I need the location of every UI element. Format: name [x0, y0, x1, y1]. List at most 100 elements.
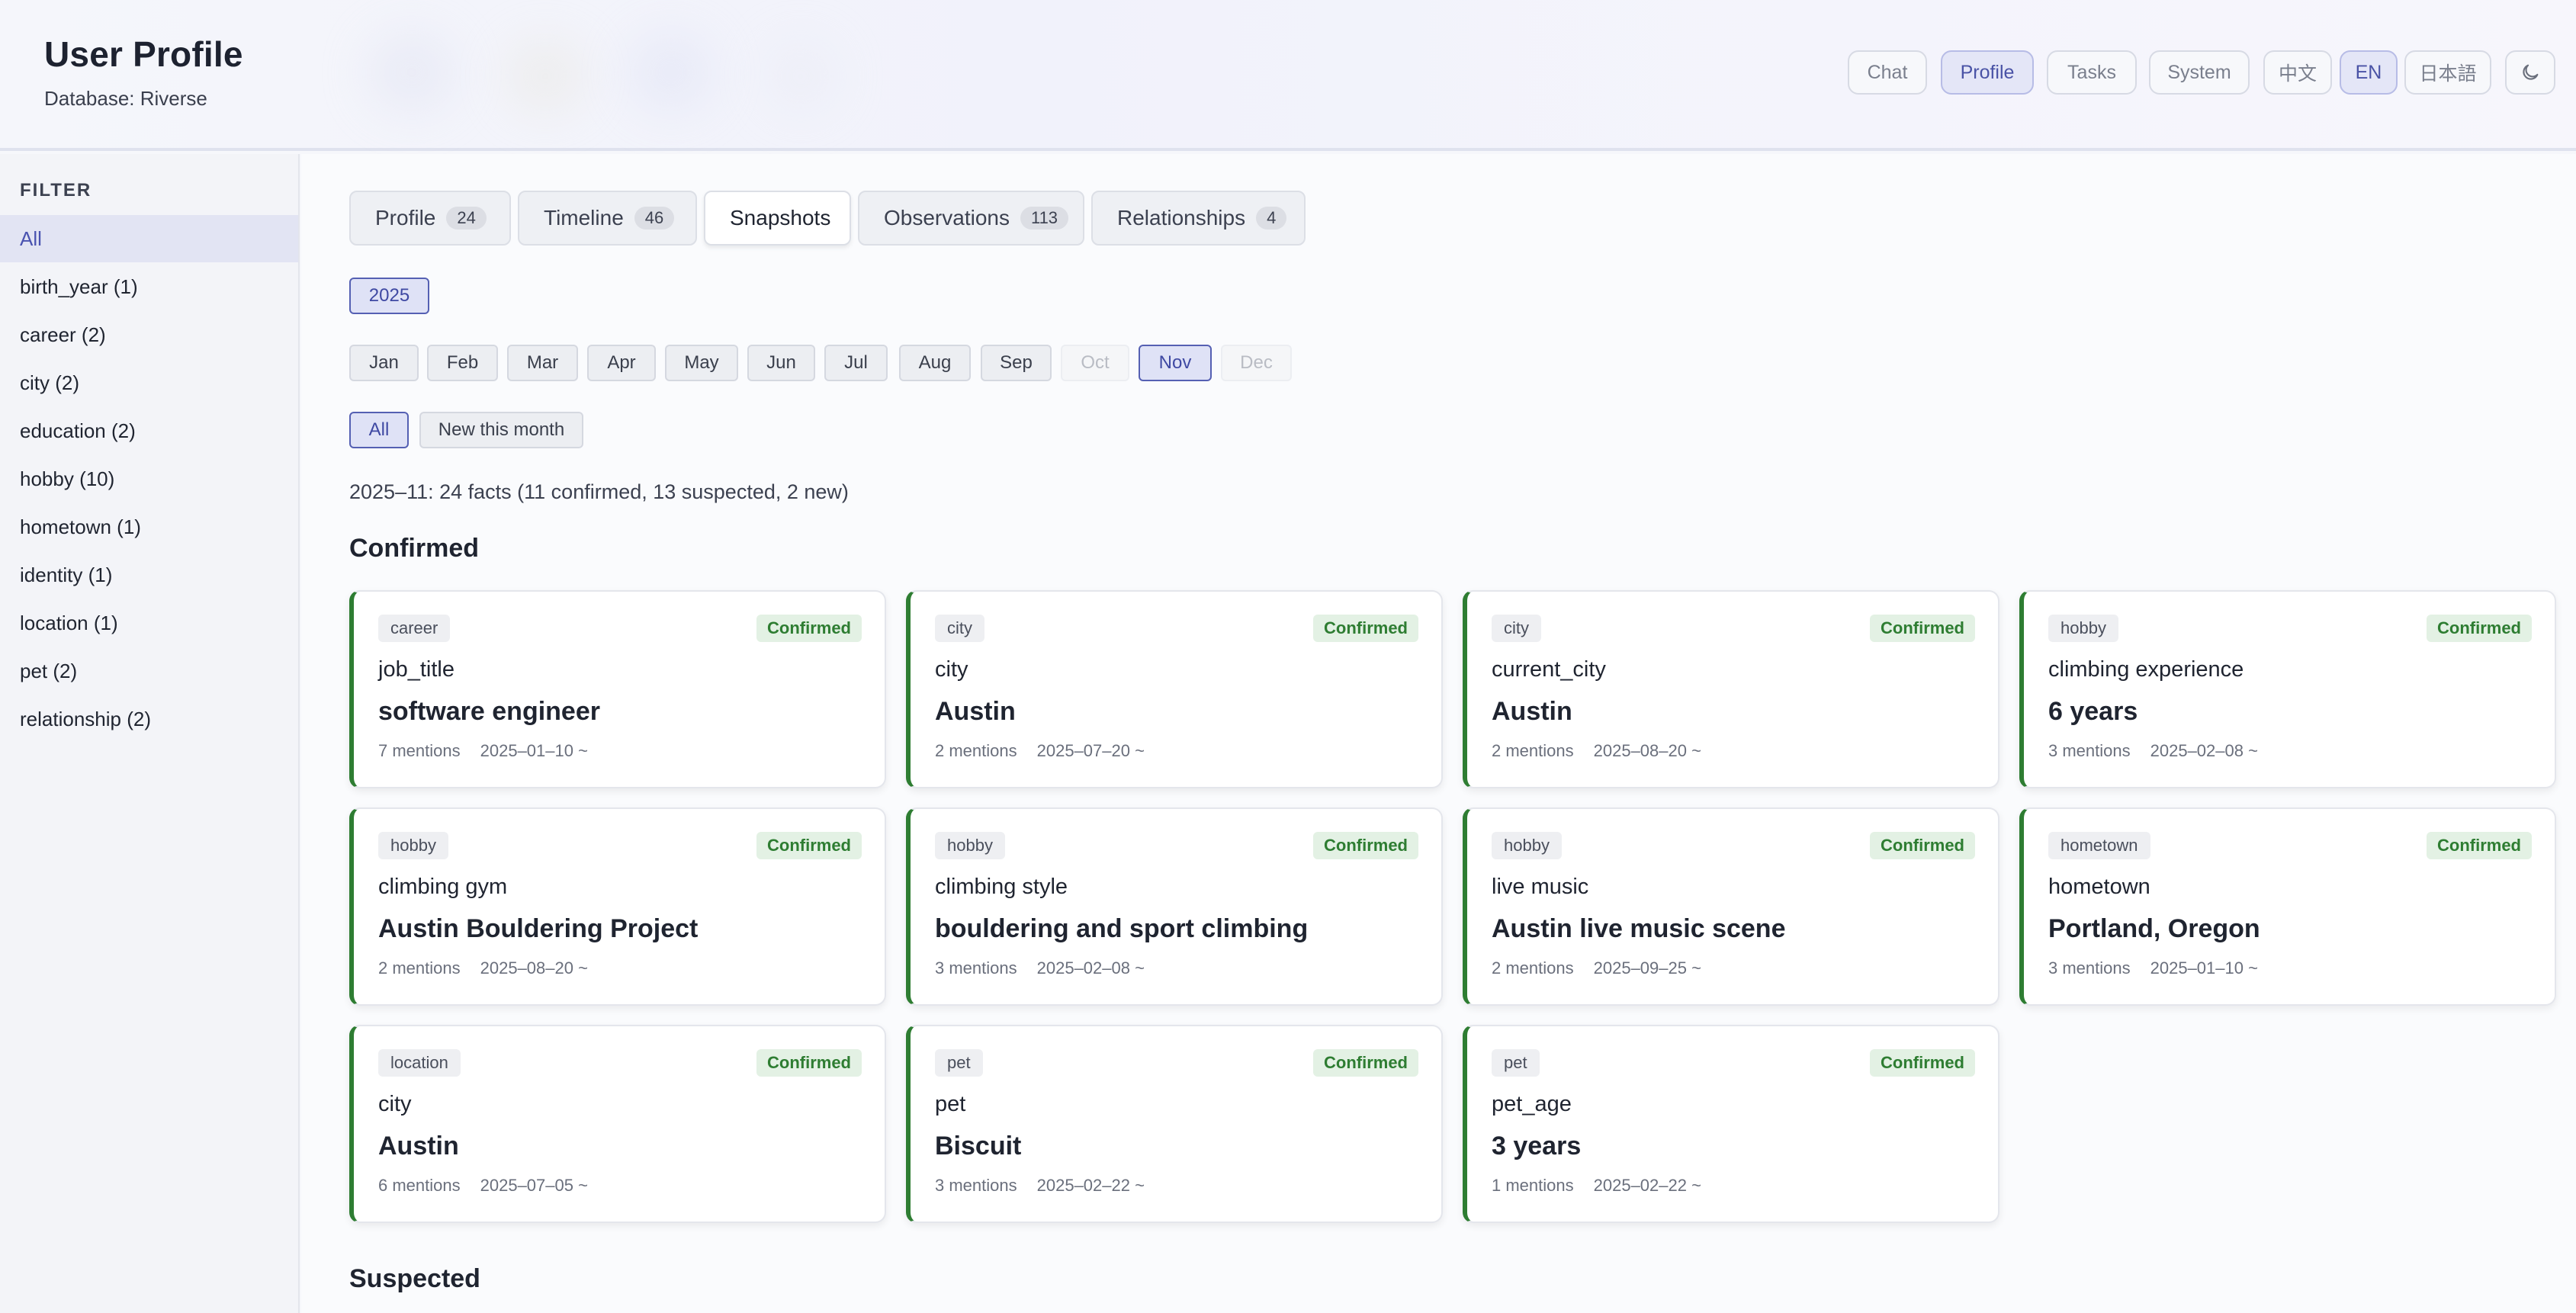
fact-meta: 2 mentions 2025–07–20 ~: [935, 741, 1145, 761]
month-aug[interactable]: Aug: [899, 345, 971, 381]
fact-value: Austin live music scene: [1492, 914, 1786, 943]
month-jul[interactable]: Jul: [824, 345, 888, 381]
mentions-count: 3 mentions: [2048, 741, 2131, 760]
tab-label: Observations: [884, 206, 1010, 230]
tab-profile[interactable]: Profile 24: [349, 191, 511, 246]
fact-meta: 2 mentions 2025–08–20 ~: [1492, 741, 1701, 761]
category-tag: hometown: [2048, 832, 2150, 859]
fact-meta: 1 mentions 2025–02–22 ~: [1492, 1176, 1701, 1196]
fact-meta: 2 mentions 2025–08–20 ~: [378, 958, 588, 978]
fact-date: 2025–02–22 ~: [1593, 1176, 1701, 1195]
lang-zh[interactable]: 中文: [2263, 50, 2332, 95]
category-tag: pet: [1492, 1049, 1540, 1077]
theme-toggle-button[interactable]: [2505, 50, 2555, 95]
header-decoration: [625, 30, 717, 114]
filter-item-location[interactable]: location (1): [0, 599, 298, 647]
category-tag: hobby: [1492, 832, 1562, 859]
category-tag: pet: [935, 1049, 983, 1077]
fact-card[interactable]: pet Confirmed pet_age 3 years 1 mentions…: [1463, 1025, 1999, 1223]
filter-item-all[interactable]: All: [0, 215, 298, 262]
fact-card[interactable]: hobby Confirmed live music Austin live m…: [1463, 807, 1999, 1006]
fact-value: Austin: [378, 1132, 459, 1161]
tab-label: Relationships: [1117, 206, 1246, 230]
header-decoration: [366, 30, 458, 114]
fact-card[interactable]: location Confirmed city Austin 6 mention…: [349, 1025, 886, 1223]
filter-item-hometown[interactable]: hometown (1): [0, 503, 298, 551]
tab-count: 113: [1020, 207, 1069, 230]
filter-item-hobby[interactable]: hobby (10): [0, 455, 298, 502]
category-tag: hobby: [935, 832, 1005, 859]
nav-chat[interactable]: Chat: [1848, 50, 1927, 95]
fact-card[interactable]: city Confirmed city Austin 2 mentions 202…: [906, 590, 1443, 788]
fact-meta: 3 mentions 2025–02–08 ~: [935, 958, 1145, 978]
sidebar-title: FILTER: [20, 180, 92, 201]
tab-timeline[interactable]: Timeline 46: [518, 191, 697, 246]
category-tag: city: [1492, 615, 1541, 642]
status-badge: Confirmed: [756, 832, 862, 859]
fact-date: 2025–08–20 ~: [480, 958, 588, 978]
month-mar[interactable]: Mar: [507, 345, 578, 381]
fact-value: Portland, Oregon: [2048, 914, 2260, 943]
filter-sidebar: FILTER All birth_year (1) career (2) cit…: [0, 154, 300, 1313]
header-decoration: [503, 38, 587, 114]
tab-count: 46: [634, 207, 675, 230]
fact-date: 2025–02–08 ~: [1036, 958, 1145, 978]
fact-card[interactable]: hobby Confirmed climbing experience 6 ye…: [2019, 590, 2556, 788]
nav-profile[interactable]: Profile: [1941, 50, 2034, 95]
fact-value: Austin: [1492, 697, 1572, 726]
nav-tasks[interactable]: Tasks: [2047, 50, 2137, 95]
lang-ja[interactable]: 日本語: [2404, 50, 2491, 95]
filter-new-this-month-button[interactable]: New this month: [419, 412, 583, 448]
status-badge: Confirmed: [756, 1049, 862, 1077]
month-apr[interactable]: Apr: [587, 345, 656, 381]
mentions-count: 3 mentions: [935, 958, 1017, 978]
filter-item-birth-year[interactable]: birth_year (1): [0, 263, 298, 310]
month-sep[interactable]: Sep: [981, 345, 1052, 381]
lang-en[interactable]: EN: [2340, 50, 2398, 95]
mentions-count: 2 mentions: [1492, 958, 1574, 978]
fact-key: climbing style: [935, 875, 1068, 899]
fact-value: software engineer: [378, 697, 600, 726]
fact-key: city: [378, 1092, 412, 1116]
status-badge: Confirmed: [1870, 615, 1975, 642]
year-2025[interactable]: 2025: [349, 278, 429, 314]
tab-count: 4: [1256, 207, 1287, 230]
fact-card[interactable]: career Confirmed job_title software engi…: [349, 590, 886, 788]
mentions-count: 2 mentions: [378, 958, 461, 978]
tab-observations[interactable]: Observations 113: [858, 191, 1084, 246]
filter-all-button[interactable]: All: [349, 412, 409, 448]
database-label: Database: Riverse: [44, 87, 207, 110]
filter-item-identity[interactable]: identity (1): [0, 551, 298, 599]
tab-count: 24: [446, 207, 487, 230]
app-header: User Profile Database: Riverse Chat Prof…: [0, 0, 2576, 151]
fact-card[interactable]: hometown Confirmed hometown Portland, Or…: [2019, 807, 2556, 1006]
fact-value: Austin: [935, 697, 1016, 726]
filter-item-city[interactable]: city (2): [0, 359, 298, 406]
filter-item-education[interactable]: education (2): [0, 407, 298, 454]
tab-relationships[interactable]: Relationships 4: [1091, 191, 1306, 246]
fact-date: 2025–09–25 ~: [1593, 958, 1701, 978]
fact-key: climbing experience: [2048, 657, 2244, 682]
fact-card[interactable]: city Confirmed current_city Austin 2 men…: [1463, 590, 1999, 788]
month-may[interactable]: May: [665, 345, 738, 381]
filter-item-pet[interactable]: pet (2): [0, 647, 298, 695]
fact-card[interactable]: hobby Confirmed climbing gym Austin Boul…: [349, 807, 886, 1006]
filter-item-career[interactable]: career (2): [0, 311, 298, 358]
fact-value: 3 years: [1492, 1132, 1582, 1161]
tab-snapshots[interactable]: Snapshots: [704, 191, 851, 246]
nav-system[interactable]: System: [2149, 50, 2250, 95]
month-feb[interactable]: Feb: [427, 345, 498, 381]
fact-card[interactable]: hobby Confirmed climbing style boulderin…: [906, 807, 1443, 1006]
month-jan[interactable]: Jan: [349, 345, 419, 381]
status-badge: Confirmed: [1313, 1049, 1418, 1077]
month-nov[interactable]: Nov: [1139, 345, 1212, 381]
month-oct: Oct: [1061, 345, 1129, 381]
filter-item-relationship[interactable]: relationship (2): [0, 695, 298, 743]
section-suspected-title: Suspected: [349, 1264, 480, 1293]
fact-date: 2025–08–20 ~: [1593, 741, 1701, 760]
fact-date: 2025–01–10 ~: [2150, 958, 2258, 978]
month-jun[interactable]: Jun: [747, 345, 815, 381]
mentions-count: 3 mentions: [935, 1176, 1017, 1195]
fact-date: 2025–07–05 ~: [480, 1176, 588, 1195]
fact-card[interactable]: pet Confirmed pet Biscuit 3 mentions 2025…: [906, 1025, 1443, 1223]
